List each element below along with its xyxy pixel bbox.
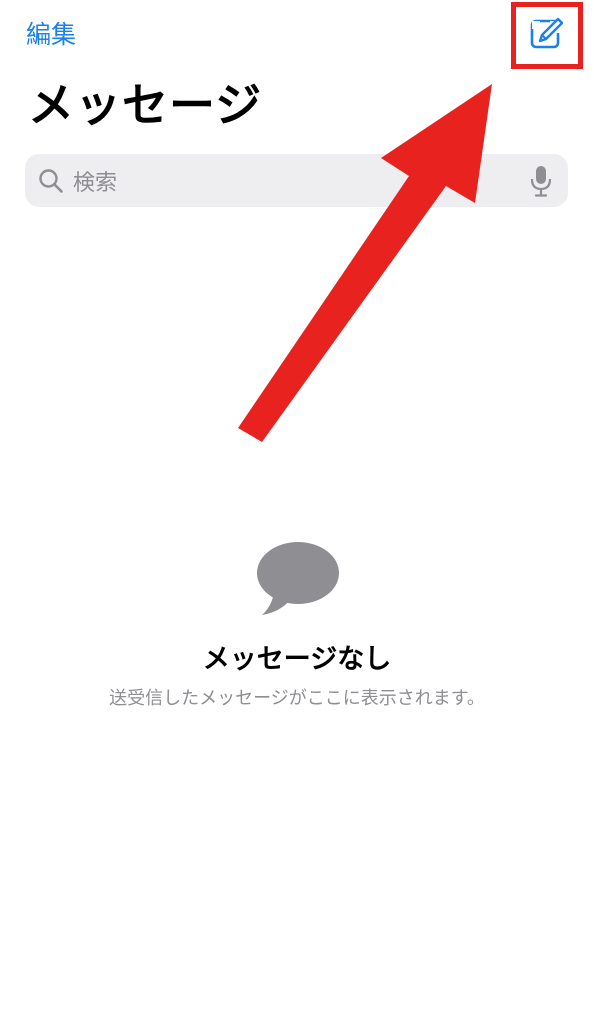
magnifying-glass-icon (37, 167, 65, 195)
microphone-icon[interactable] (526, 164, 556, 198)
empty-state-subtitle: 送受信したメッセージがここに表示されます。 (109, 688, 485, 709)
speech-bubble-icon (257, 542, 339, 615)
page-title: メッセージ (28, 78, 263, 132)
search-bar[interactable]: 検索 (25, 154, 568, 207)
edit-button[interactable]: 編集 (26, 18, 76, 52)
search-input[interactable]: 検索 (73, 165, 526, 197)
empty-state: メッセージなし 送受信したメッセージがここに表示されます。 (0, 540, 594, 712)
empty-state-title: メッセージなし (202, 644, 392, 675)
compose-button[interactable] (523, 10, 569, 56)
square-and-pencil-icon (530, 17, 564, 49)
